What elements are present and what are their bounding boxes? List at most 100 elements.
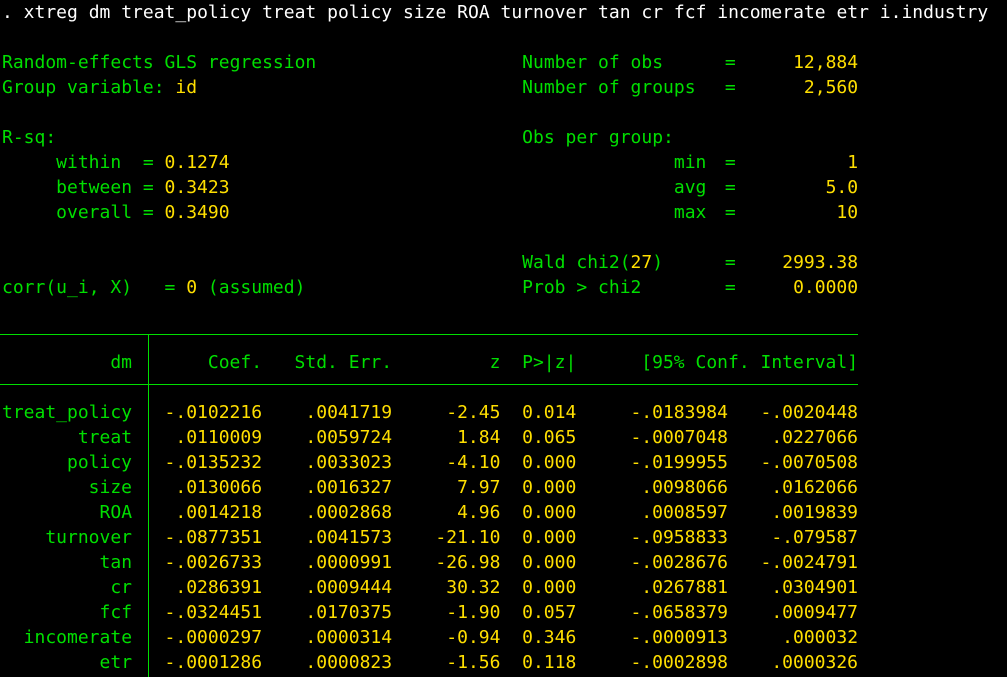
cell-coef: -.0001286 [164, 652, 263, 673]
prob-label: Prob > chi2 [522, 277, 642, 298]
cell-coef: .0286391 [175, 577, 263, 598]
header-coef: Coef. [207, 352, 263, 373]
cell-p: 0.346 [522, 627, 577, 648]
num-groups-value: 2,560 [803, 77, 859, 98]
cell-ci-upper: -.079587 [771, 527, 859, 548]
cell-z: -1.56 [446, 652, 501, 673]
cell-p: 0.000 [522, 527, 577, 548]
cell-ci-upper: .0227066 [771, 427, 859, 448]
obs-per-group-header: Obs per group: [522, 127, 674, 148]
row-varname: treat_policy [2, 402, 133, 423]
cell-ci-lower: .0008597 [641, 502, 728, 523]
row-varname: fcf [99, 602, 133, 623]
line-rsq-header: R-sq: Obs per group: [0, 125, 1007, 150]
cell-ci-upper: .000032 [782, 627, 859, 648]
table-row-etr: etr -.0001286 .0000823 -1.56 0.118 -.000… [2, 650, 859, 675]
cell-ci-lower: -.0007048 [630, 427, 728, 448]
num-obs-eq: = [724, 52, 736, 73]
rsq-within-value: 0.1274 [164, 152, 230, 173]
wald-label-post: ) [652, 252, 664, 273]
cell-ci-upper: .0000326 [771, 652, 859, 673]
cell-ci-lower: .0267881 [641, 577, 728, 598]
corr-zero: 0 [186, 277, 198, 298]
rsq-overall-eq: = [142, 202, 154, 223]
cell-stderr: .0033023 [305, 452, 393, 473]
wald-df: 27 [630, 252, 653, 273]
line-rsq-within: within = 0.1274 min = 1 [0, 150, 1007, 175]
avg-label: avg [673, 177, 707, 198]
corr-note: (assumed) [207, 277, 306, 298]
cell-ci-upper: .0304901 [771, 577, 859, 598]
row-varname: turnover [45, 527, 133, 548]
cell-z: -0.94 [446, 627, 501, 648]
max-eq: = [724, 202, 736, 223]
cell-ci-upper: -.0020448 [760, 402, 859, 423]
cell-coef: -.0026733 [164, 552, 263, 573]
cell-p: 0.057 [522, 602, 577, 623]
table-row-cr: cr .0286391 .0009444 30.32 0.000 .026788… [2, 575, 858, 600]
cell-ci-upper: .0009477 [771, 602, 859, 623]
cell-coef: -.0877351 [164, 527, 263, 548]
cell-ci-upper: .0019839 [771, 502, 859, 523]
num-obs-label: Number of obs [522, 52, 664, 73]
cell-stderr: .0170375 [305, 602, 393, 623]
cell-p: 0.000 [522, 577, 577, 598]
wald-label-pre: Wald chi2( [522, 252, 631, 273]
cell-stderr: .0041573 [305, 527, 393, 548]
cell-coef: .0110009 [175, 427, 263, 448]
cell-coef: -.0000297 [164, 627, 263, 648]
rsq-header: R-sq: [2, 127, 57, 148]
group-variable-value: id [175, 77, 198, 98]
header-depvar: dm [110, 352, 133, 373]
rsq-between-value: 0.3423 [164, 177, 230, 198]
table-top-border [0, 334, 859, 335]
header-p: P>|z| [522, 352, 577, 373]
row-varname: cr [110, 577, 133, 598]
cell-stderr: .0016327 [305, 477, 393, 498]
cell-ci-lower: -.0002898 [630, 652, 728, 673]
header-ci: [95% Conf. Interval] [641, 352, 859, 373]
avg-value: 5.0 [825, 177, 859, 198]
cell-z: -4.10 [446, 452, 501, 473]
table-row-roa: ROA .0014218 .0002868 4.96 0.000 .000859… [2, 500, 859, 525]
num-groups-eq: = [724, 77, 736, 98]
table-header-row: dm Coef. Std. Err. z P>|z| [95% Conf. In… [2, 350, 858, 375]
rsq-within-label: within [56, 152, 122, 173]
max-value: 10 [836, 202, 859, 223]
cell-p: 0.014 [522, 402, 577, 423]
avg-eq: = [724, 177, 736, 198]
cell-ci-lower: -.0199955 [630, 452, 728, 473]
cell-p: 0.000 [522, 552, 577, 573]
cell-p: 0.000 [522, 477, 577, 498]
table-row-treat-policy: treat_policy -.0102216 .0041719 -2.45 0.… [2, 400, 858, 425]
cell-ci-lower: .0098066 [641, 477, 728, 498]
cell-p: 0.000 [522, 452, 577, 473]
cell-ci-lower: -.0958833 [630, 527, 728, 548]
prob-eq: = [724, 277, 736, 298]
line-wald: Wald chi2(27) = 2993.38 [0, 250, 1007, 275]
cell-z: -21.10 [435, 527, 501, 548]
wald-eq: = [724, 252, 736, 273]
cell-stderr: .0002868 [305, 502, 393, 523]
cell-z: -1.90 [446, 602, 501, 623]
cell-stderr: .0000991 [305, 552, 393, 573]
line-rsq-overall: overall = 0.3490 max = 10 [0, 200, 1007, 225]
table-header-separator [0, 384, 859, 385]
table-row-fcf: fcf -.0324451 .0170375 -1.90 0.057 -.065… [2, 600, 859, 625]
line-corr: corr(u_i, X) = 0 (assumed) Prob > chi2 =… [0, 275, 1007, 300]
cell-ci-upper: -.0024791 [760, 552, 859, 573]
cell-z: -26.98 [435, 552, 501, 573]
cell-stderr: .0000823 [305, 652, 393, 673]
line-rsq-between: between = 0.3423 avg = 5.0 [0, 175, 1007, 200]
command-line: . xtreg dm treat_policy treat policy siz… [0, 0, 1007, 25]
min-eq: = [724, 152, 736, 173]
cell-z: 1.84 [457, 427, 501, 448]
cell-stderr: .0009444 [305, 577, 393, 598]
cell-ci-upper: -.0070508 [760, 452, 859, 473]
max-label: max [673, 202, 707, 223]
row-varname: tan [99, 552, 133, 573]
row-varname: size [88, 477, 133, 498]
cell-stderr: .0059724 [305, 427, 393, 448]
cell-ci-lower: -.0028676 [630, 552, 728, 573]
cell-stderr: .0041719 [305, 402, 393, 423]
